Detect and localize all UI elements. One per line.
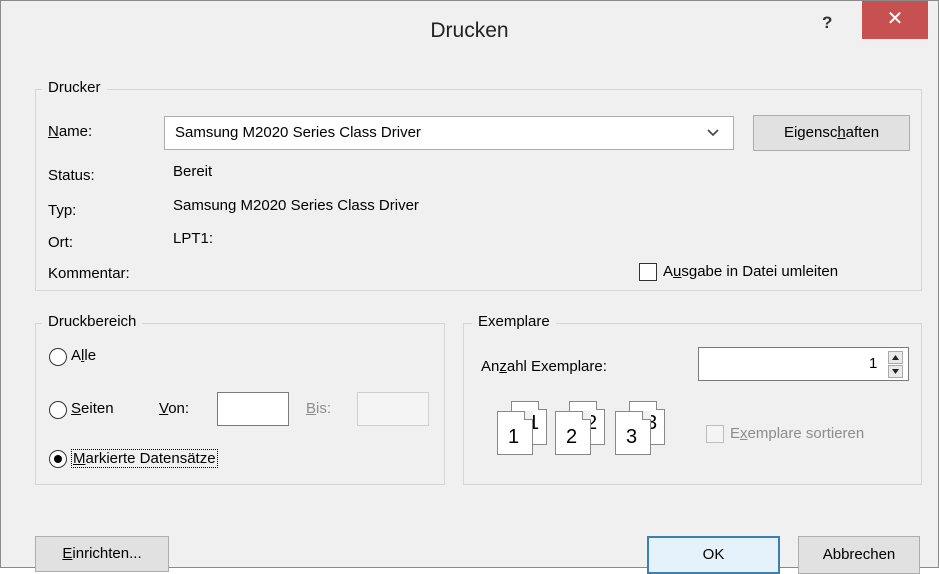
title-bar: Drucken ? ✕ bbox=[1, 1, 938, 61]
type-label: Typ: bbox=[48, 202, 77, 219]
range-all-radio[interactable] bbox=[49, 348, 67, 366]
ok-button[interactable]: OK bbox=[647, 536, 780, 574]
status-label: Status: bbox=[48, 167, 95, 184]
collate-label: Exemplare sortieren bbox=[730, 425, 865, 442]
from-label: Von: bbox=[159, 400, 190, 417]
range-all-label: Alle bbox=[71, 347, 97, 364]
page-icon: 2 bbox=[555, 411, 591, 455]
to-label: Bis: bbox=[306, 400, 332, 417]
printer-name-label: Name: bbox=[48, 123, 93, 140]
setup-button[interactable]: Einrichten... bbox=[35, 536, 169, 572]
page-icon: 1 bbox=[497, 411, 533, 455]
print-dialog: Drucken ? ✕ Drucker Name: Samsung M2020 … bbox=[0, 0, 939, 574]
redirect-to-file-label: Ausgabe in Datei umleiten bbox=[663, 263, 839, 280]
arrow-down-icon bbox=[892, 369, 899, 374]
comment-label: Kommentar: bbox=[48, 265, 130, 282]
page-icon: 3 bbox=[615, 411, 651, 455]
range-pages-radio[interactable] bbox=[49, 401, 67, 419]
printer-name-value: Samsung M2020 Series Class Driver bbox=[175, 124, 421, 141]
properties-button[interactable]: Eigenschaften bbox=[753, 115, 910, 151]
copies-count-label: Anzahl Exemplare: bbox=[481, 358, 607, 375]
location-value: LPT1: bbox=[173, 230, 214, 247]
close-button[interactable]: ✕ bbox=[862, 1, 928, 39]
print-range-group-label: Druckbereich bbox=[42, 313, 143, 330]
collate-illustration-icon: 1 1 2 2 3 3 bbox=[491, 401, 671, 457]
dialog-title: Drucken bbox=[430, 19, 509, 42]
range-selected-records-radio[interactable] bbox=[49, 450, 67, 468]
copies-count-spinner[interactable]: 1 bbox=[698, 347, 909, 381]
printer-name-select[interactable]: Samsung M2020 Series Class Driver bbox=[164, 116, 734, 150]
chevron-down-icon bbox=[707, 129, 719, 137]
range-selected-records-label: Markierte Datensätze bbox=[71, 449, 218, 468]
copies-group-label: Exemplare bbox=[472, 313, 556, 330]
cancel-button[interactable]: Abbrechen bbox=[798, 536, 920, 574]
status-value: Bereit bbox=[173, 163, 213, 180]
help-button[interactable]: ? bbox=[822, 13, 832, 33]
to-page-input[interactable] bbox=[357, 392, 429, 426]
spin-down-button[interactable] bbox=[888, 365, 903, 378]
spin-up-button[interactable] bbox=[888, 351, 903, 364]
from-page-input[interactable] bbox=[217, 392, 289, 426]
arrow-up-icon bbox=[892, 355, 899, 360]
collate-checkbox[interactable] bbox=[706, 425, 724, 443]
redirect-to-file-checkbox[interactable] bbox=[639, 263, 657, 281]
close-icon: ✕ bbox=[886, 8, 904, 30]
copies-count-value: 1 bbox=[869, 355, 878, 372]
range-pages-label: Seiten bbox=[71, 400, 114, 417]
type-value: Samsung M2020 Series Class Driver bbox=[173, 197, 419, 214]
printer-group-label: Drucker bbox=[42, 79, 107, 96]
location-label: Ort: bbox=[48, 234, 73, 251]
